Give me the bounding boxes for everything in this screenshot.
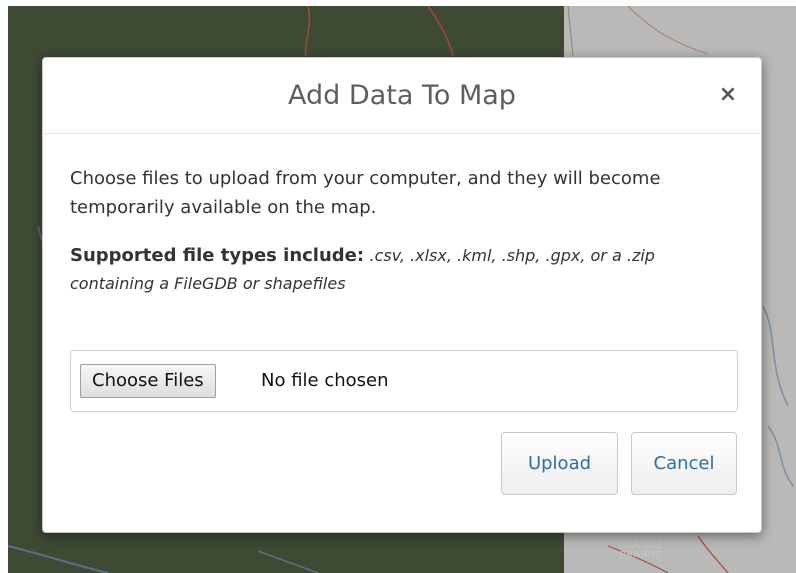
add-data-dialog: Add Data To Map × Choose files to upload… — [42, 57, 762, 533]
screen: GRANDE PRAIRIE Add Data To Map × Choose … — [0, 0, 796, 573]
file-input-container: Choose Files No file chosen — [70, 350, 738, 412]
supported-types-lead: Supported file types include: — [70, 245, 365, 266]
choose-files-button[interactable]: Choose Files — [80, 364, 216, 398]
map-town-label: GRANDE PRAIRIE — [618, 541, 664, 561]
close-icon[interactable]: × — [717, 83, 739, 107]
upload-button[interactable]: Upload — [501, 432, 618, 495]
intro-text: Choose files to upload from your compute… — [70, 168, 661, 218]
cancel-button[interactable]: Cancel — [631, 432, 737, 495]
town-label-line2: PRAIRIE — [619, 550, 662, 561]
dialog-title: Add Data To Map — [288, 80, 516, 111]
file-status-text: No file chosen — [261, 370, 389, 391]
dialog-body: Choose files to upload from your compute… — [70, 164, 737, 298]
supported-types-text: Supported file types include: .csv, .xls… — [70, 242, 737, 298]
dialog-header: Add Data To Map × — [43, 58, 761, 134]
